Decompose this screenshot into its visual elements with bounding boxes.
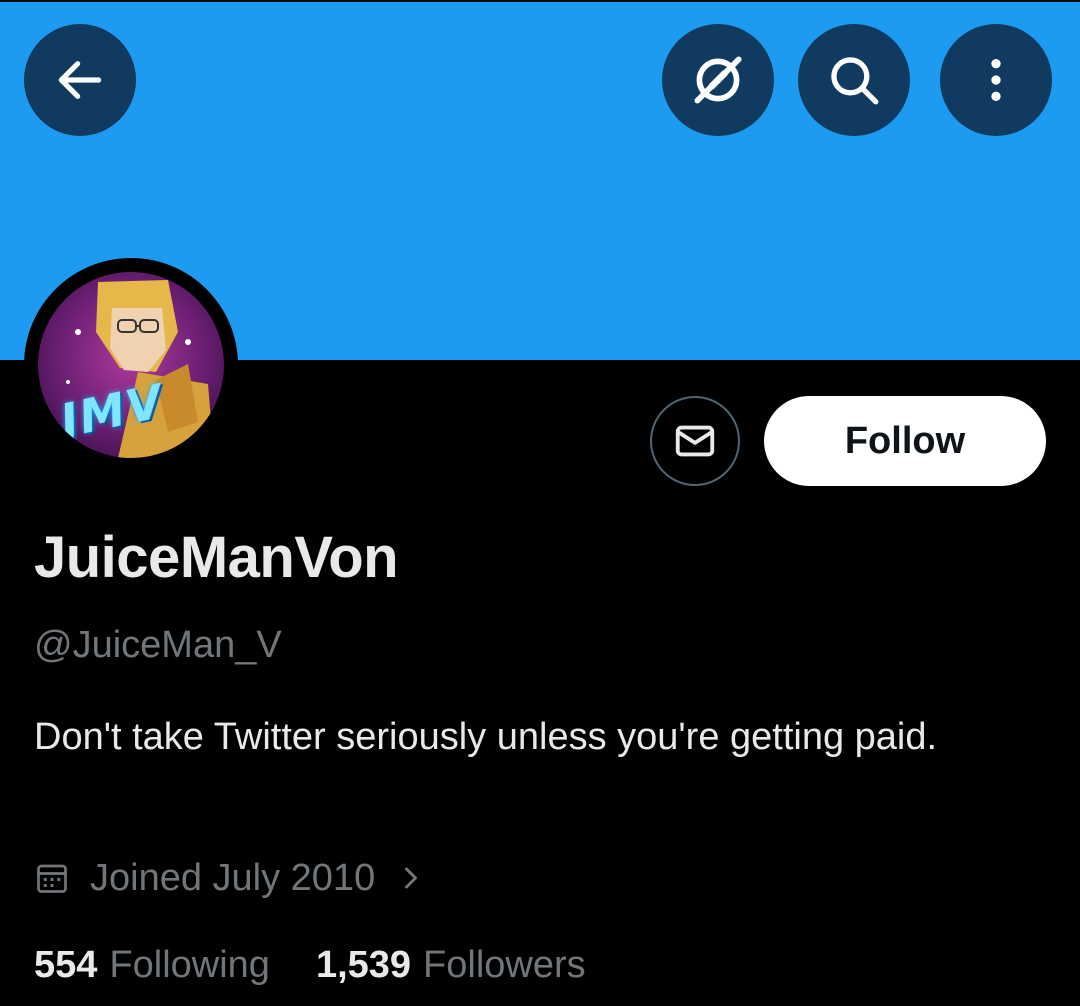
followers-stat[interactable]: 1,539 Followers xyxy=(316,944,586,987)
following-stat[interactable]: 554 Following xyxy=(34,944,270,987)
calendar-icon xyxy=(37,864,67,893)
followers-label: Followers xyxy=(423,943,586,986)
username-handle: @JuiceMan_V xyxy=(34,624,282,666)
joined-date: Joined July 2010 xyxy=(90,856,376,899)
more-vertical-icon xyxy=(991,59,1001,101)
search-icon xyxy=(831,57,879,105)
display-name: JuiceManVon xyxy=(34,525,399,590)
back-arrow-icon xyxy=(58,61,102,99)
joined-date-row[interactable]: Joined July 2010 xyxy=(34,852,423,904)
follow-button[interactable]: Follow xyxy=(764,396,1046,486)
avatar[interactable]: JMV xyxy=(38,272,224,458)
search-button[interactable] xyxy=(798,24,910,136)
grok-button[interactable] xyxy=(662,24,774,136)
follow-stats: 554 Following 1,539 Followers xyxy=(34,940,632,990)
envelope-icon xyxy=(675,425,715,457)
followers-count: 1,539 xyxy=(315,943,412,986)
back-button[interactable] xyxy=(24,24,136,136)
message-button[interactable] xyxy=(650,396,740,486)
following-label: Following xyxy=(109,943,270,986)
profile-bio: Don't take Twitter seriously unless you'… xyxy=(34,716,938,758)
grok-icon xyxy=(694,56,742,104)
chevron-right-icon xyxy=(405,867,418,889)
following-count: 554 xyxy=(34,943,98,986)
more-options-button[interactable] xyxy=(940,24,1052,136)
